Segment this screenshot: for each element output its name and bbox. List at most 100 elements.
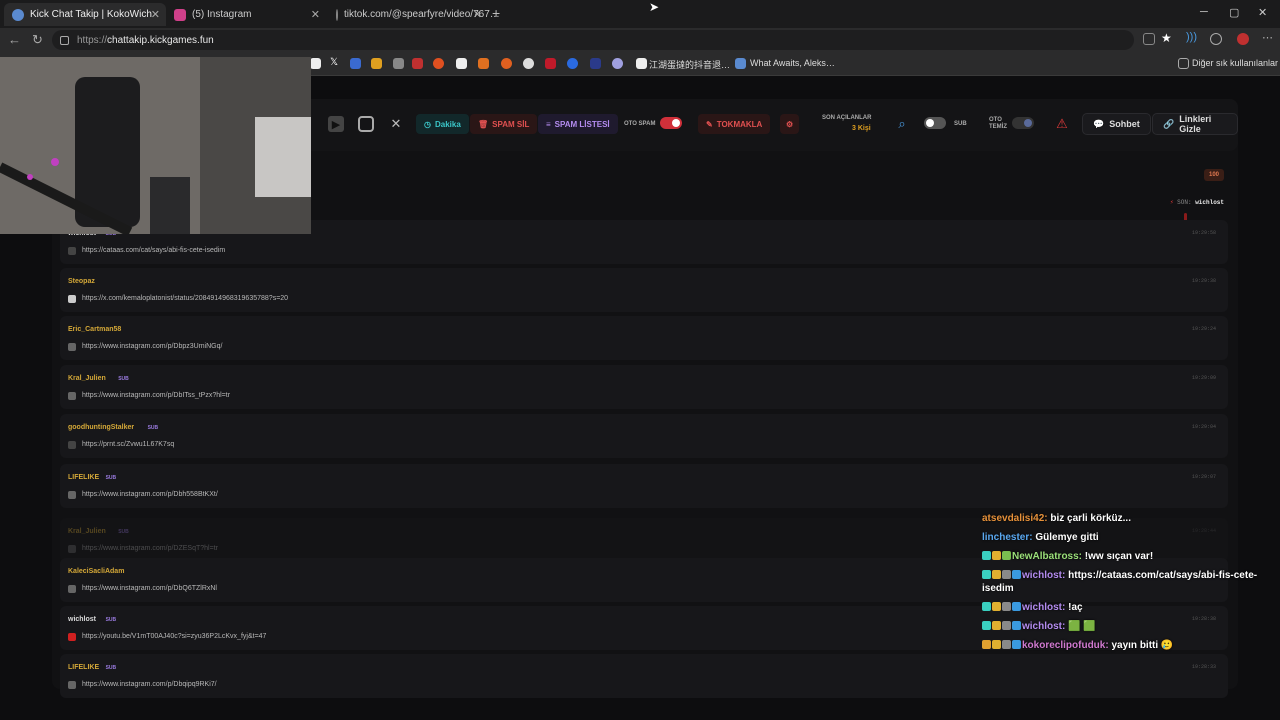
row-link[interactable]: https://prnt.sc/Zvwu1L67K7sq [82, 441, 174, 448]
row-link[interactable]: https://youtu.be/V1mT00AJ40c?si=zyu36P2L… [82, 633, 266, 640]
bookmark-icon[interactable] [567, 58, 578, 69]
reader-view-icon[interactable] [1143, 33, 1155, 45]
row-timestamp: 19:28:33 [1191, 664, 1216, 670]
link-row[interactable]: LIFELIKE SUB https://www.instagram.com/p/D… [60, 464, 1228, 508]
bookmark-icon[interactable] [612, 58, 623, 69]
row-username[interactable]: Kral_Julien [68, 528, 106, 535]
tab-bar: Kick Chat Takip | KokoWich ✕ (5) Instagr… [0, 0, 1280, 28]
tab-instagram[interactable]: (5) Instagram ✕ [166, 3, 326, 26]
dakika-button[interactable]: ◷ Dakika [416, 114, 469, 134]
row-link[interactable]: https://www.instagram.com/p/DbQ6TZlRxNl [82, 585, 217, 592]
close-icon[interactable]: ✕ [311, 8, 320, 21]
bookmark-link[interactable]: What Awaits, Aleks… [750, 58, 835, 68]
row-link[interactable]: https://www.instagram.com/p/DZESqT?hl=tr [82, 545, 218, 552]
row-username[interactable]: LIFELIKE [68, 474, 99, 481]
new-tab-button[interactable]: + [492, 5, 500, 21]
tokmakla-label: TOKMAKLA [716, 119, 763, 129]
row-link[interactable]: https://www.instagram.com/p/Dbqipq9RKi7/ [82, 681, 217, 688]
close-window-button[interactable]: ✕ [1258, 6, 1267, 19]
row-link[interactable]: https://www.instagram.com/p/DbITss_tPzx?… [82, 392, 230, 399]
link-count-badge: 100 [1203, 169, 1224, 181]
link-row[interactable]: Kral_Julien SUB https://www.instagram.com/… [60, 365, 1228, 409]
minimize-button[interactable]: ─ [1200, 6, 1208, 18]
row-timestamp: 19:29:58 [1191, 230, 1216, 236]
bookmark-icon[interactable] [371, 58, 382, 69]
bookmark-icon[interactable] [523, 58, 534, 69]
tiktok-bookmark-icon[interactable] [310, 58, 321, 69]
bookmark-icon[interactable] [590, 58, 601, 69]
bookmark-icon[interactable] [478, 58, 489, 69]
bookmark-icon[interactable] [350, 58, 361, 69]
chat-badge-icon [982, 551, 991, 560]
row-username[interactable]: Kral_Julien [68, 375, 106, 382]
bookmark-icon[interactable] [501, 58, 512, 69]
chat-badge-icon [982, 640, 991, 649]
linkleri-gizle-button[interactable]: 🔗 Linkleri Gizle [1152, 113, 1238, 135]
reddit-icon[interactable] [433, 58, 444, 69]
url-field[interactable]: https://chattakip.kickgames.fun [52, 30, 1134, 50]
row-username[interactable]: Steopaz [68, 278, 95, 285]
chat-message: NewAlbatross: !ww sıçan var! [982, 550, 1272, 563]
last-prefix: SON: [1177, 199, 1192, 206]
back-arrow-icon[interactable]: ← [8, 32, 21, 47]
steam-icon[interactable] [735, 58, 746, 69]
x-icon[interactable]: ✕ [388, 116, 404, 132]
row-username[interactable]: goodhuntingStalker [68, 424, 134, 431]
chat-badge-icon [1012, 640, 1021, 649]
bookmark-icon[interactable] [456, 58, 467, 69]
bookmark-icon[interactable] [393, 58, 404, 69]
youtube-icon[interactable]: ▶ [328, 116, 344, 132]
row-link[interactable]: https://x.com/kemaloplatonist/status/208… [82, 295, 288, 302]
star-icon[interactable]: ★ [1161, 31, 1173, 45]
dakika-label: Dakika [434, 119, 461, 129]
warning-icon[interactable]: ⚠ [1054, 116, 1070, 132]
tokmakla-button[interactable]: ✎ TOKMAKLA [698, 114, 771, 134]
oto-temiz-label-1: OTO [989, 117, 1002, 123]
chat-badge-icon [1002, 570, 1011, 579]
tab-tiktok[interactable]: tiktok.com/@spearfyre/video/767… ✕ [328, 3, 500, 26]
mouse-cursor-icon: ➤ [649, 0, 660, 14]
row-link[interactable]: https://cataas.com/cat/says/abi-fis-cete… [82, 247, 225, 254]
bookmark-link[interactable]: 江湖蛋撻的抖音退… [649, 58, 730, 71]
spam-sil-button[interactable]: 🗑 SPAM SİL [470, 114, 538, 134]
oto-spam-toggle[interactable] [660, 117, 682, 129]
link-row[interactable]: Eric_Cartman58 https://www.instagram.com/… [60, 316, 1228, 360]
maximize-button[interactable]: ▢ [1229, 6, 1239, 19]
spam-listesi-button[interactable]: ≡ SPAM LİSTESİ [538, 114, 618, 134]
profile-avatar[interactable] [1237, 33, 1249, 45]
tab-kick-chat[interactable]: Kick Chat Takip | KokoWich ✕ [4, 3, 166, 26]
oto-temiz-toggle[interactable] [1012, 117, 1034, 129]
row-username[interactable]: wichlost [68, 616, 96, 623]
other-bookmarks[interactable]: Diğer sık kullanılanlar [1192, 58, 1278, 68]
more-options-icon[interactable]: ⋯ [1262, 31, 1274, 44]
link-row[interactable]: LIFELIKE SUB https://www.instagram.com/p/D… [60, 654, 1228, 698]
instagram-icon [68, 545, 76, 553]
folder-icon[interactable] [1178, 58, 1189, 69]
row-username[interactable]: LIFELIKE [68, 664, 99, 671]
instagram-icon[interactable] [358, 116, 374, 132]
bookmark-icon[interactable] [412, 58, 423, 69]
close-icon[interactable]: ✕ [151, 8, 160, 21]
chat-message: wichlost: 🟩 🟩 [982, 620, 1272, 633]
gear-icon: ⚙ [786, 119, 794, 129]
row-username[interactable]: KaleciSacliAdam [68, 568, 124, 575]
read-aloud-icon[interactable]: ))) [1186, 31, 1198, 43]
tiktok-bookmark-icon[interactable] [636, 58, 647, 69]
sub-toggle[interactable] [924, 117, 946, 129]
link-row[interactable]: goodhuntingStalker SUB https://prnt.sc/Zvw… [60, 414, 1228, 458]
webcam-overlay [0, 57, 311, 234]
refresh-icon[interactable]: ↻ [32, 32, 43, 48]
link-row[interactable]: Steopaz https://x.com/kemaloplatonist/sta… [60, 268, 1228, 312]
sohbet-button[interactable]: 💬 Sohbet [1082, 113, 1151, 135]
extensions-icon[interactable] [1210, 33, 1222, 45]
settings-button[interactable]: ⚙ [780, 114, 800, 134]
row-username[interactable]: Eric_Cartman58 [68, 326, 121, 333]
row-link[interactable]: https://www.instagram.com/p/Dbpz3UmiNGq/ [82, 343, 222, 350]
row-link[interactable]: https://www.instagram.com/p/Dbh558BtKXt/ [82, 491, 218, 498]
site-info-icon[interactable] [60, 35, 69, 45]
search-icon[interactable]: ⌕ [894, 116, 910, 132]
x-bookmark-icon[interactable]: 𝕏 [330, 57, 341, 68]
chat-message: kokoreclipofuduk: yayın bitti 🥲 [982, 639, 1272, 652]
bookmark-icon[interactable] [545, 58, 556, 69]
close-icon[interactable]: ✕ [473, 8, 482, 21]
